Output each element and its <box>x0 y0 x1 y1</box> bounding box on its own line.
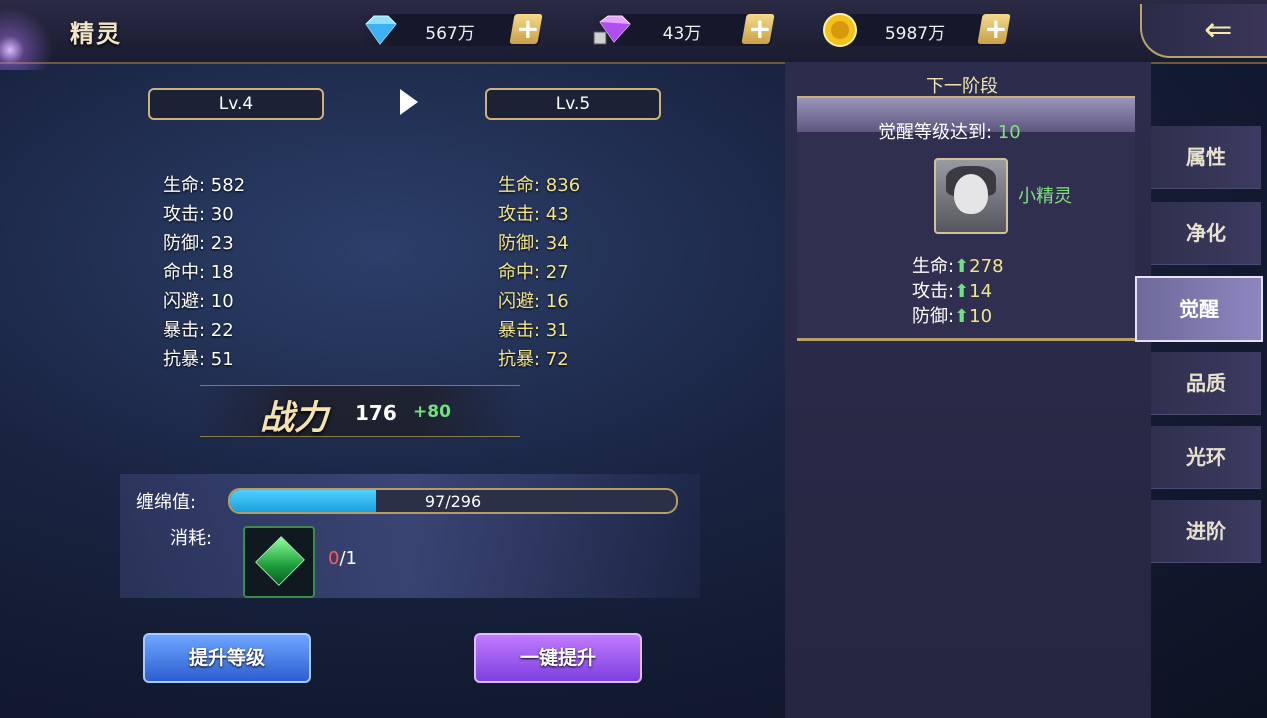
stat-row: 抗暴: 72 <box>498 349 569 370</box>
bonus-value: 278 <box>969 256 1004 277</box>
stat-row: 闪避: 10 <box>163 291 234 312</box>
currency-value: 5987万 <box>884 24 946 44</box>
currency-locked-gem: 43万 + <box>592 12 775 46</box>
arrow-right-icon <box>400 89 418 115</box>
stat-row: 防御: 23 <box>163 233 234 254</box>
next-stage-title: 下一阶段 <box>926 76 998 97</box>
bonus-value: 10 <box>969 306 993 327</box>
upgrade-level-button[interactable]: 提升等级 <box>143 633 311 683</box>
requirement-label: 觉醒等级达到: <box>878 122 998 143</box>
bonus-row: 生命:⬆278 <box>912 254 1004 279</box>
combat-power: 战力 176 +80 <box>200 385 520 438</box>
stat-row: 生命: 836 <box>498 175 581 196</box>
diamond-icon <box>365 15 397 45</box>
current-level: Lv.4 <box>148 88 324 120</box>
bonus-row: 攻击:⬆14 <box>912 279 1004 304</box>
tab-awaken[interactable]: 觉醒 <box>1135 276 1263 342</box>
add-gem-button[interactable]: + <box>741 12 775 45</box>
bond-progress-text: 97/296 <box>424 492 482 511</box>
stat-row: 防御: 34 <box>498 233 569 254</box>
tab-aura[interactable]: 光环 <box>1151 426 1261 489</box>
locked-gem-icon <box>593 15 631 45</box>
next-level: Lv.5 <box>485 88 661 120</box>
bonus-row: 防御:⬆10 <box>912 304 1004 329</box>
requirement: 觉醒等级达到: 10 <box>878 118 1021 144</box>
bonus-label: 攻击: <box>912 281 955 302</box>
stat-row: 命中: 27 <box>498 262 569 283</box>
requirement-value: 10 <box>997 122 1021 143</box>
avatar-face <box>954 174 988 214</box>
up-arrow-icon: ⬆ <box>954 306 970 327</box>
bonus-value: 14 <box>969 281 993 302</box>
next-stats: 生命: 836 攻击: 43 防御: 34 命中: 27 闪避: 16 暴击: … <box>498 171 580 374</box>
sprite-avatar[interactable] <box>934 158 1008 234</box>
gold-coin-icon <box>823 13 857 47</box>
tab-attributes[interactable]: 属性 <box>1151 126 1261 189</box>
stat-row: 抗暴: 51 <box>163 349 234 370</box>
stat-row: 攻击: 43 <box>498 204 569 225</box>
current-stats: 生命: 582 攻击: 30 防御: 23 命中: 18 闪避: 10 暴击: … <box>163 171 245 374</box>
stat-row: 暴击: 22 <box>163 320 234 341</box>
power-increase: +80 <box>413 402 451 422</box>
cost-item-slot[interactable] <box>243 526 315 598</box>
sprite-name: 小精灵 <box>1018 186 1072 207</box>
power-value: 176 <box>355 401 397 425</box>
cost-label: 消耗: <box>170 528 213 549</box>
tab-advance[interactable]: 进阶 <box>1151 500 1261 563</box>
up-arrow-icon: ⬆ <box>954 256 970 277</box>
add-gold-button[interactable]: + <box>977 12 1011 45</box>
add-diamond-button[interactable]: + <box>509 12 543 45</box>
currency-value: 567万 <box>425 24 475 44</box>
stat-row: 暴击: 31 <box>498 320 569 341</box>
cost-need: /1 <box>339 548 357 569</box>
bonus-label: 生命: <box>912 256 955 277</box>
tab-quality[interactable]: 品质 <box>1151 352 1261 415</box>
back-button[interactable]: ⇐ <box>1140 4 1267 58</box>
bond-label: 缠绵值: <box>136 492 197 513</box>
green-crystal-icon <box>255 536 305 586</box>
page-title: 精灵 <box>70 20 122 48</box>
currency-diamond: 567万 + <box>360 12 543 46</box>
stat-bonuses: 生命:⬆278 攻击:⬆14 防御:⬆10 <box>912 254 1004 329</box>
bond-progress-bar: 97/296 <box>228 488 678 514</box>
one-click-upgrade-button[interactable]: 一键提升 <box>474 633 642 683</box>
currency-value: 43万 <box>662 24 702 44</box>
cost-count: 0/1 <box>328 548 357 569</box>
cost-have: 0 <box>328 548 340 569</box>
back-arrow-icon: ⇐ <box>1204 10 1233 50</box>
stat-row: 命中: 18 <box>163 262 234 283</box>
stat-row: 闪避: 16 <box>498 291 569 312</box>
power-label: 战力 <box>260 398 328 438</box>
up-arrow-icon: ⬆ <box>954 281 970 302</box>
currency-gold: 5987万 + <box>822 12 1011 47</box>
title-glow <box>0 0 60 70</box>
stat-row: 攻击: 30 <box>163 204 234 225</box>
bonus-label: 防御: <box>912 306 955 327</box>
tab-purify[interactable]: 净化 <box>1151 202 1261 265</box>
stat-row: 生命: 582 <box>163 175 246 196</box>
